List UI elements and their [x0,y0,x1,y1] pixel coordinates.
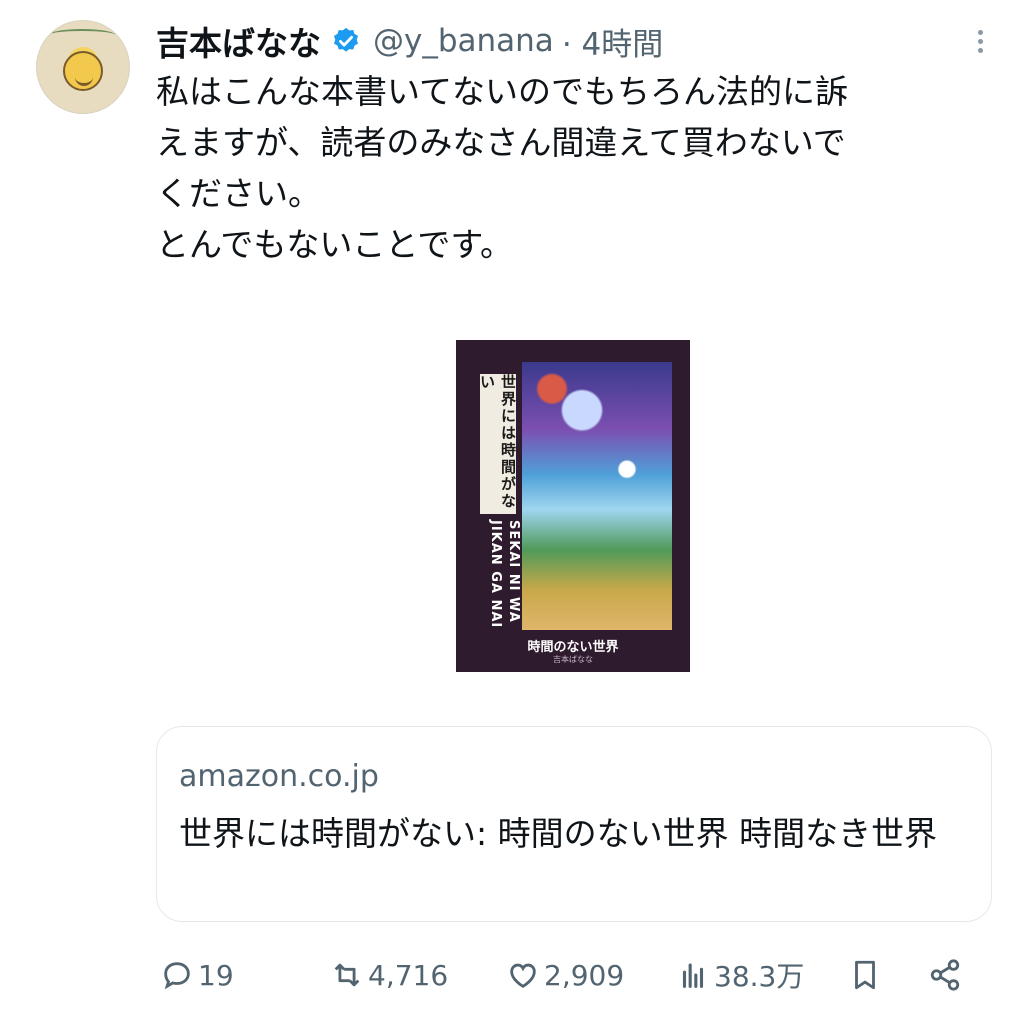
bookmark-icon [855,960,875,990]
tweet-header: 吉本ばなな @y_banana · 4時間 [156,16,663,66]
cover-artwork [522,362,672,630]
retweet-button[interactable]: 4,716 [330,950,448,1000]
verified-badge-icon [334,27,358,52]
retweet-count: 4,716 [368,958,449,992]
avatar[interactable] [36,20,130,114]
cover-roman-line2: JIKAN GA NAI [488,520,503,629]
tweet-text: 私はこんな本書いてないのでもちろん法的に訴 えますが、読者のみなさん間違えて買わ… [156,72,849,264]
author-name[interactable]: 吉本ばなな [156,17,321,65]
views-count: 38.3万 [714,960,805,993]
book-cover-image[interactable]: 世界には時間がない SEKAI NI WA JIKAN GA NAI 時間のない… [456,340,690,672]
avatar-scribble [49,29,115,41]
tweet-actions: 19 4,716 2,909 38.3万 [160,950,980,1000]
like-count: 2,909 [544,958,625,992]
share-icon [930,959,960,991]
share-button[interactable] [928,950,962,1000]
avatar-face [63,51,103,91]
more-options-icon[interactable] [976,26,984,60]
views-icon [682,963,704,988]
tweet-time[interactable]: · 4時間 [562,19,663,64]
cover-roman-line1: SEKAI NI WA [506,520,521,623]
reply-button[interactable]: 19 [160,950,234,1000]
retweet-icon [334,963,360,987]
reply-icon [164,962,190,990]
cover-vertical-title: 世界には時間がない [478,374,517,514]
link-domain: amazon.co.jp [179,759,379,794]
avatar-mouth [75,73,93,86]
cover-bottom-author: 吉本ばなな [553,655,593,664]
like-button[interactable]: 2,909 [506,950,624,1000]
like-icon [510,963,536,988]
cover-bottom-title: 時間のない世界 [527,640,619,655]
cover-roman-title: SEKAI NI WA JIKAN GA NAI [482,520,522,650]
bookmark-button[interactable] [848,950,882,1000]
author-handle[interactable]: @y_banana [373,23,554,59]
reply-count: 19 [198,958,234,992]
link-title: 世界には時間がない: 時間のない世界 時間なき世界 [179,814,938,853]
views-button[interactable]: 38.3万 [676,950,804,1000]
link-preview-card[interactable]: amazon.co.jp 世界には時間がない: 時間のない世界 時間なき世界 [156,726,992,922]
